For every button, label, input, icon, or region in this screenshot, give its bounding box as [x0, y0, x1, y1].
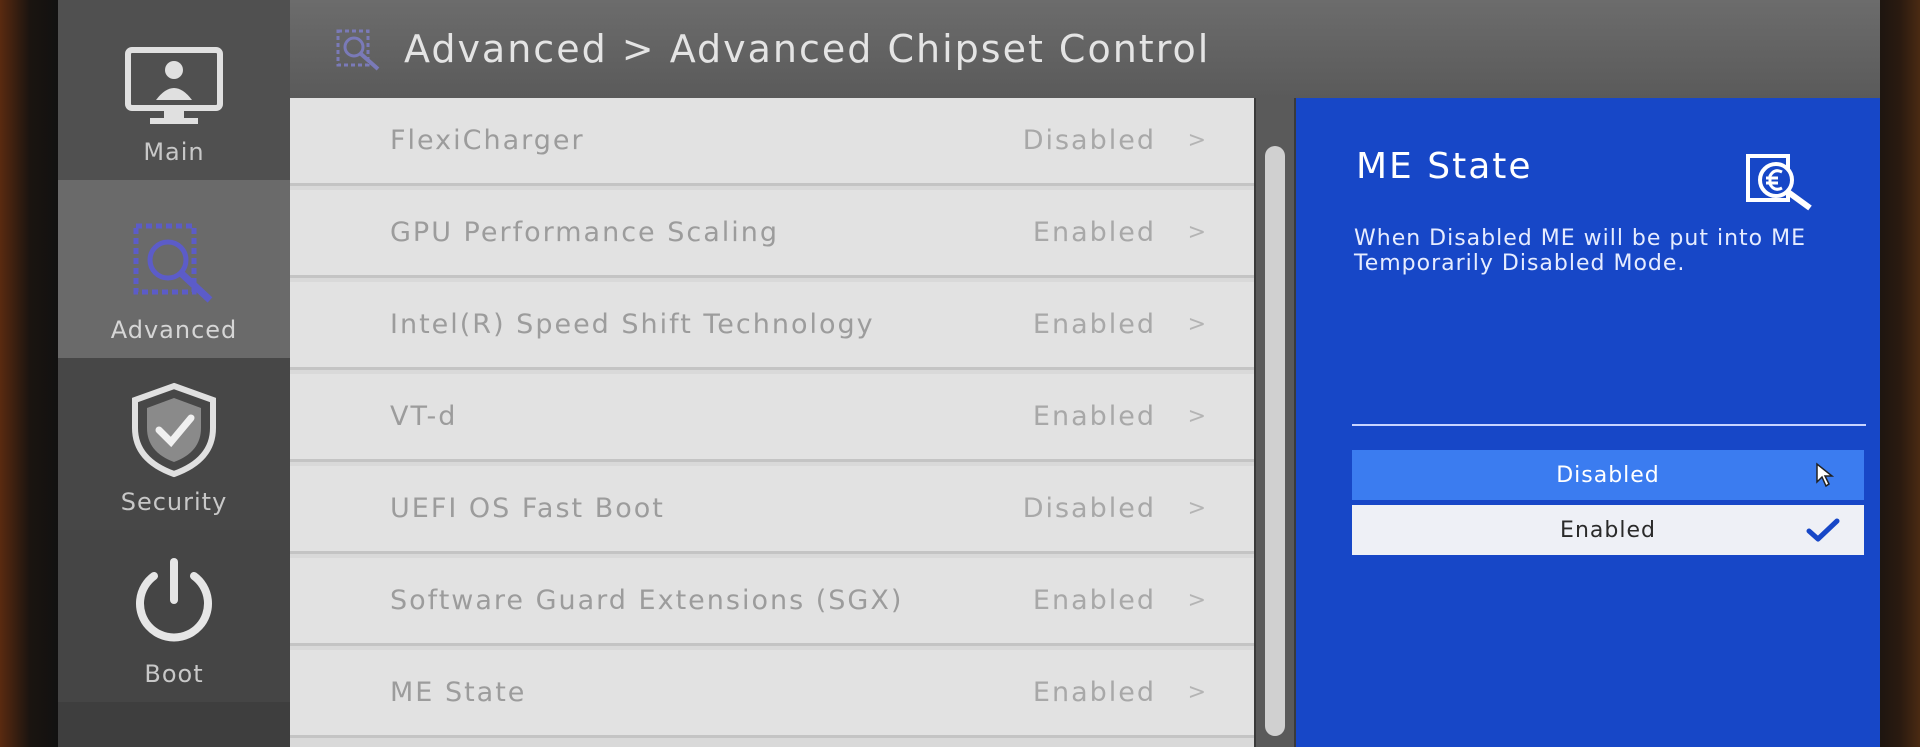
- monitor-user-icon: [125, 47, 223, 124]
- breadcrumb: Advanced > Advanced Chipset Control: [404, 27, 1211, 71]
- settings-list: FlexiCharger Disabled > GPU Performance …: [290, 98, 1254, 747]
- chevron-right-icon: >: [1187, 220, 1206, 245]
- setting-row-me-state[interactable]: ME State Enabled >: [290, 650, 1254, 738]
- sidebar-item-label: Boot: [144, 660, 204, 688]
- setting-label: VT-d: [390, 401, 458, 432]
- panel-description: When Disabled ME will be put into ME Tem…: [1354, 226, 1806, 276]
- sidebar-item-security[interactable]: Security: [58, 358, 290, 530]
- sidebar: Main Advanced Security Boot: [58, 0, 290, 747]
- setting-row-speed-shift[interactable]: Intel(R) Speed Shift Technology Enabled …: [290, 282, 1254, 370]
- option-label: Disabled: [1556, 462, 1660, 488]
- cursor-pointer-icon: [1816, 462, 1835, 488]
- chevron-right-icon: >: [1187, 496, 1206, 521]
- list-scrollbar[interactable]: [1256, 98, 1294, 747]
- setting-label: Intel(R) Speed Shift Technology: [390, 309, 875, 340]
- sidebar-item-advanced[interactable]: Advanced: [58, 180, 290, 358]
- setting-value: Enabled: [1032, 677, 1156, 708]
- sidebar-item-label: Security: [120, 488, 228, 516]
- page-header: Advanced > Advanced Chipset Control: [290, 0, 1880, 98]
- panel-divider: [1352, 424, 1866, 426]
- setting-value: Enabled: [1032, 309, 1156, 340]
- setting-row-uefi-fast-boot[interactable]: UEFI OS Fast Boot Disabled >: [290, 466, 1254, 554]
- option-disabled[interactable]: Disabled: [1352, 450, 1864, 500]
- setting-label: UEFI OS Fast Boot: [390, 493, 665, 524]
- bios-screen: Main Advanced Security Boot Advanced > A…: [58, 0, 1880, 747]
- shield-check-icon: [132, 382, 216, 478]
- scrollbar-thumb[interactable]: [1265, 146, 1285, 736]
- checkmark-icon: [1806, 518, 1840, 542]
- sidebar-item-label: Advanced: [110, 316, 238, 344]
- euro-magnify-icon: [1746, 154, 1812, 211]
- chevron-right-icon: >: [1187, 312, 1206, 337]
- sidebar-item-more[interactable]: [58, 702, 290, 747]
- setting-row-flexicharger[interactable]: FlexiCharger Disabled >: [290, 98, 1254, 186]
- power-icon: [136, 558, 212, 642]
- sidebar-item-main[interactable]: Main: [58, 0, 290, 180]
- setting-label: GPU Performance Scaling: [390, 217, 780, 248]
- option-label: Enabled: [1560, 517, 1656, 543]
- setting-row-sgx[interactable]: Software Guard Extensions (SGX) Enabled …: [290, 558, 1254, 646]
- help-panel: ME State When Disabled ME will be put in…: [1296, 98, 1880, 747]
- chevron-right-icon: >: [1187, 404, 1206, 429]
- sidebar-item-label: Main: [143, 138, 205, 166]
- chip-magnify-icon: [133, 223, 213, 303]
- setting-value: Disabled: [1022, 125, 1156, 156]
- chevron-right-icon: >: [1187, 680, 1206, 705]
- setting-value: Enabled: [1032, 585, 1156, 616]
- setting-value: Enabled: [1032, 217, 1156, 248]
- panel-title: ME State: [1356, 146, 1533, 187]
- setting-value: Disabled: [1022, 493, 1156, 524]
- setting-label: Software Guard Extensions (SGX): [390, 585, 904, 616]
- chevron-right-icon: >: [1187, 588, 1206, 613]
- chevron-right-icon: >: [1187, 128, 1206, 153]
- setting-label: FlexiCharger: [390, 125, 585, 156]
- chip-magnify-icon: [336, 29, 380, 71]
- setting-row-vt-d[interactable]: VT-d Enabled >: [290, 374, 1254, 462]
- setting-label: ME State: [390, 677, 527, 708]
- setting-value: Enabled: [1032, 401, 1156, 432]
- sidebar-item-boot[interactable]: Boot: [58, 530, 290, 702]
- setting-row-gpu-performance-scaling[interactable]: GPU Performance Scaling Enabled >: [290, 190, 1254, 278]
- option-enabled[interactable]: Enabled: [1352, 505, 1864, 555]
